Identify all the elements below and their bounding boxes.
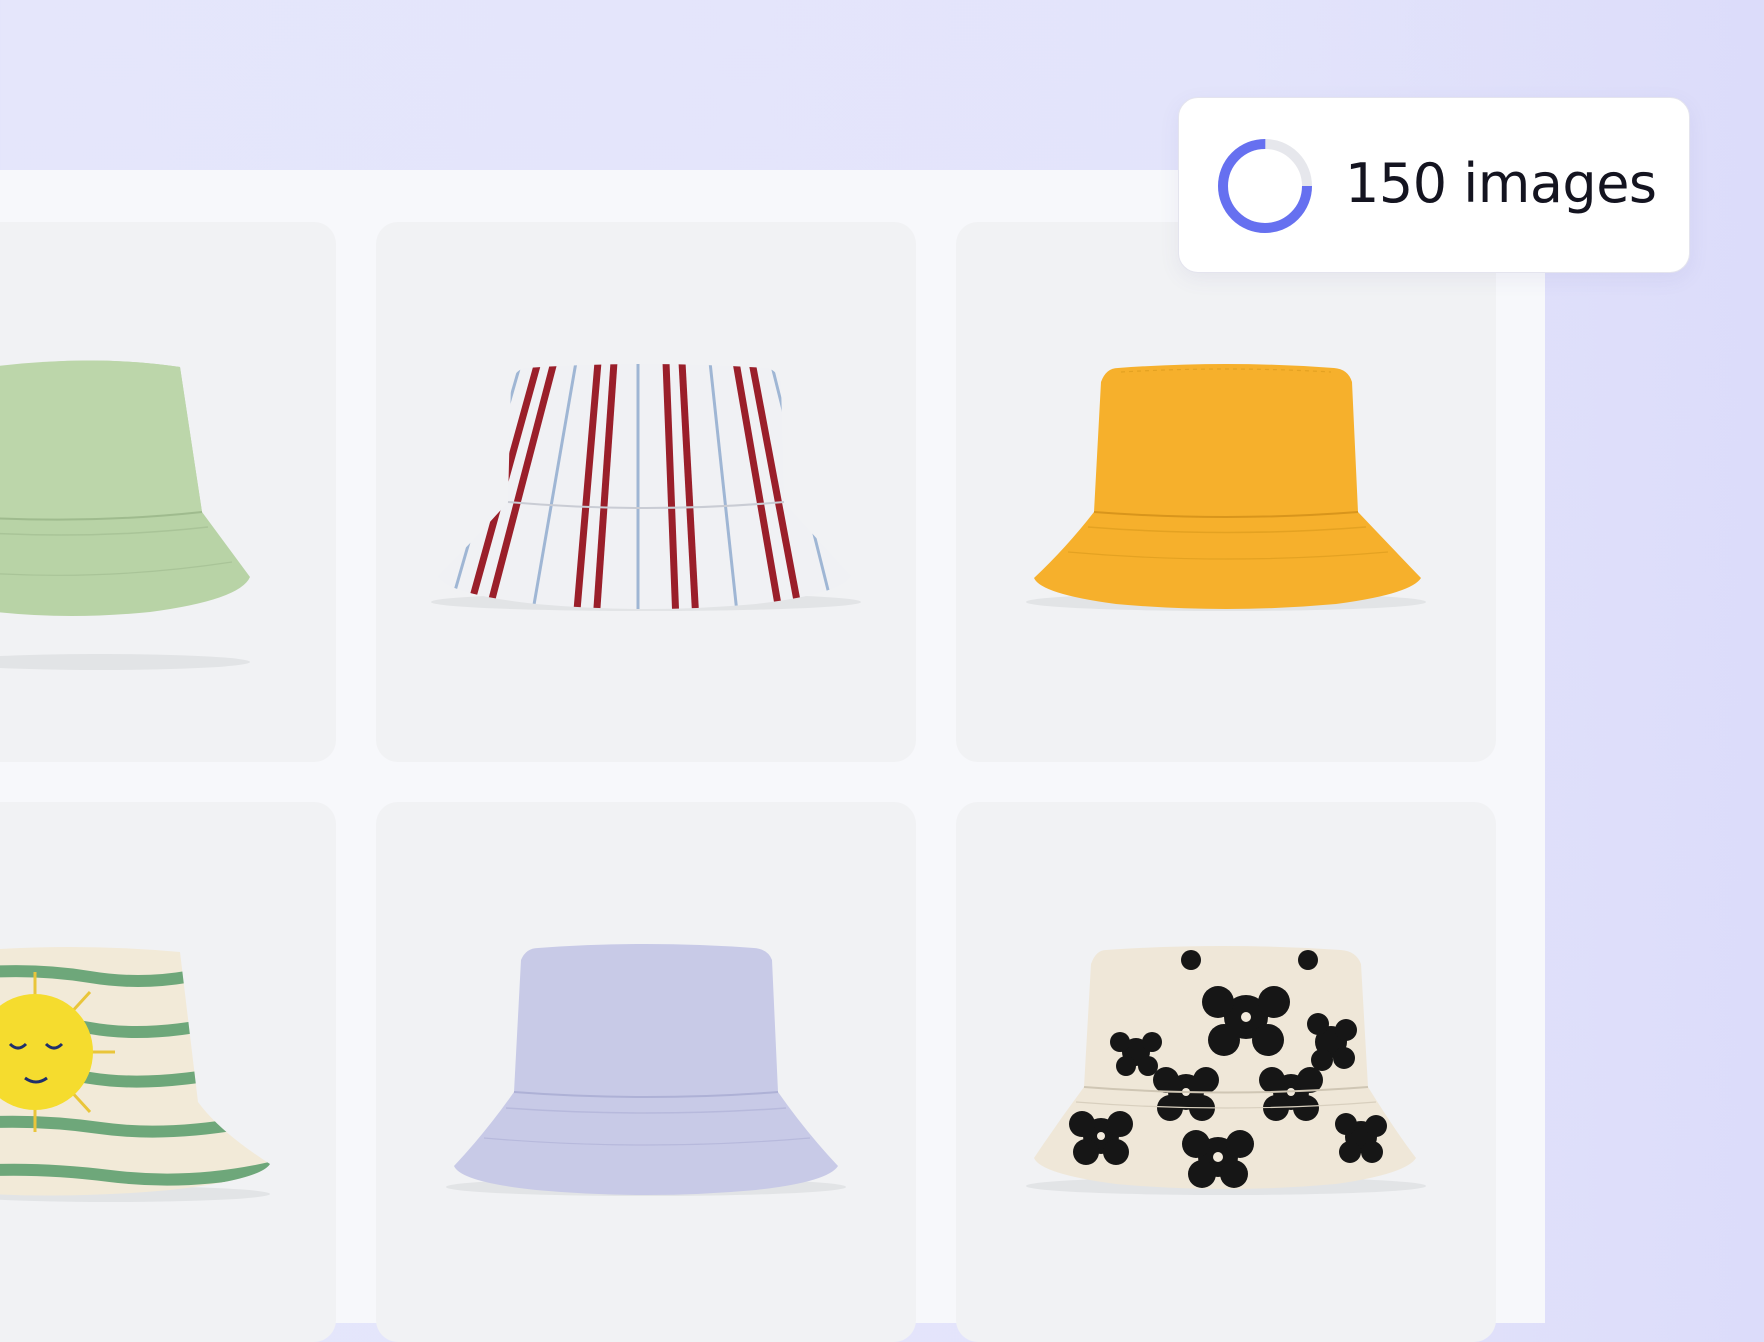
image-count-badge: 150 images <box>1178 97 1690 273</box>
image-gallery-panel <box>0 170 1545 1342</box>
sun-print-bucket-hat-image <box>0 947 270 1202</box>
striped-bucket-hat-image <box>431 364 861 611</box>
gallery-card-striped-hat[interactable] <box>376 222 916 762</box>
gallery-card-green-hat[interactable] <box>0 222 336 762</box>
green-bucket-hat-image <box>0 360 250 670</box>
gallery-card-lavender-hat[interactable] <box>376 802 916 1342</box>
gallery-card-flower-hat[interactable] <box>956 802 1496 1342</box>
gallery-card-sun-hat[interactable] <box>0 802 336 1342</box>
yellow-bucket-hat-image <box>1026 364 1426 611</box>
image-count-text: 150 images <box>1345 152 1657 215</box>
progress-ring-icon <box>1218 139 1312 233</box>
lavender-bucket-hat-image <box>446 944 846 1196</box>
gallery-card-yellow-hat[interactable] <box>956 222 1496 762</box>
flower-print-bucket-hat-image <box>1026 946 1426 1195</box>
